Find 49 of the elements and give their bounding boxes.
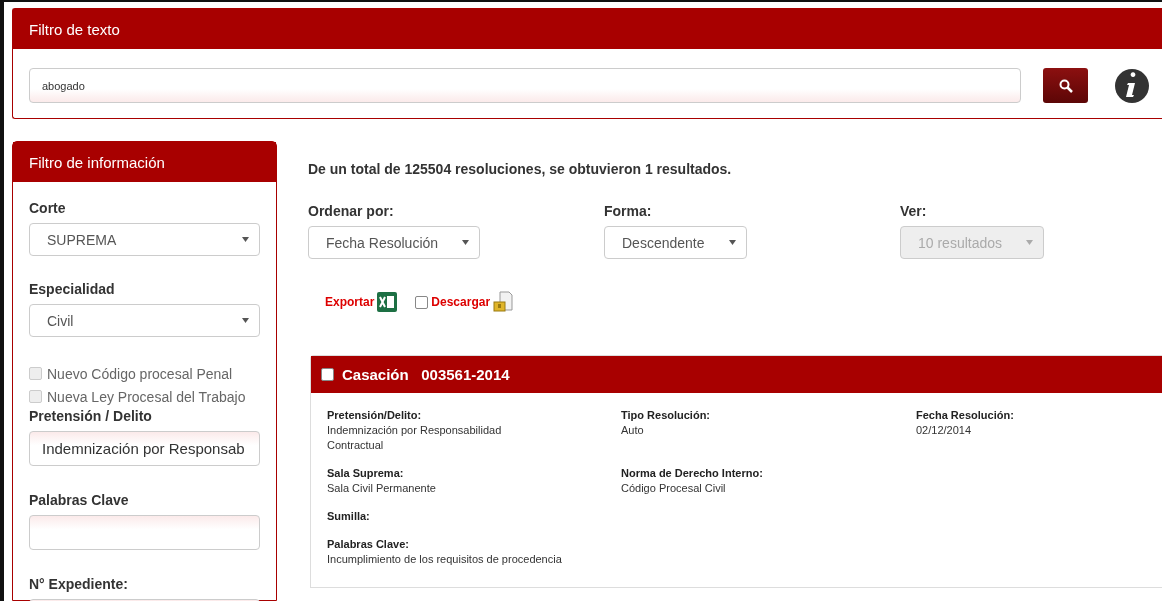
field-value: Indemnización por Responsabilidad Contractual	[327, 423, 503, 453]
field-label: Palabras Clave:	[327, 538, 410, 550]
field-label: Forma:	[604, 203, 653, 219]
field-label: Especialidad	[29, 281, 116, 297]
export-link[interactable]: Exportar	[325, 295, 375, 309]
field-label: Palabras Clave	[29, 492, 130, 508]
checkbox[interactable]	[415, 295, 429, 309]
field-label: Pretensión/Delito:	[327, 409, 423, 421]
field-value: Código Procesal Civil	[621, 481, 727, 496]
select-dropdown[interactable]: Fecha Resolución	[308, 226, 481, 259]
panel-title: Filtro de texto	[13, 9, 1162, 49]
caret-icon	[728, 240, 736, 245]
download-link[interactable]: Descargar	[431, 295, 491, 309]
field-label: Sala Suprema:	[327, 467, 405, 479]
field-value: 02/12/2014	[916, 423, 973, 438]
select-dropdown[interactable]: SUPREMA	[29, 223, 260, 256]
caret-icon	[462, 240, 470, 245]
field-label: Sumilla:	[327, 510, 371, 522]
field-label: Ver:	[900, 203, 928, 219]
spreadsheet-icon	[377, 292, 398, 312]
input-field[interactable]: Indemnización por Responsab	[29, 431, 260, 466]
select-dropdown[interactable]: Descendente	[604, 226, 747, 259]
search-button[interactable]	[1043, 68, 1088, 103]
checkbox-label: Nueva Ley Procesal del Trabajo	[47, 388, 246, 405]
field-label: Norma de Derecho Interno:	[621, 467, 764, 479]
search-icon	[1058, 78, 1073, 93]
checkbox-label: Nuevo Código procesal Penal	[47, 365, 233, 382]
field-label: Pretensión / Delito	[29, 408, 153, 424]
field-value: Incumplimiento de los requisitos de procedencia	[327, 552, 563, 567]
field-value: Auto	[621, 423, 645, 438]
select-dropdown: 10 resultados	[900, 226, 1045, 259]
results-summary: De un total de 125504 resoluciones, se obtuvieron 1 resultados.	[308, 161, 733, 177]
checkbox[interactable]	[321, 368, 334, 381]
field-label: Tipo Resolución:	[621, 409, 712, 421]
input-field[interactable]	[29, 515, 260, 550]
search-field[interactable]: abogado	[29, 68, 1021, 103]
caret-icon	[242, 237, 249, 242]
case-title: Casación 003561-2014	[342, 366, 510, 383]
archive-icon	[493, 291, 514, 313]
field-label: N° Expediente:	[29, 576, 129, 592]
field-label: Corte	[29, 200, 67, 216]
field-value: Sala Civil Permanente	[327, 481, 437, 496]
info-icon[interactable]	[1115, 68, 1149, 103]
field-label: Fecha Resolución:	[916, 409, 1015, 421]
caret-icon	[1026, 240, 1034, 245]
field-label: Ordenar por:	[308, 203, 395, 219]
caret-icon	[242, 318, 249, 323]
select-dropdown[interactable]: Civil	[29, 304, 260, 337]
panel-title: Filtro de información	[13, 142, 276, 182]
